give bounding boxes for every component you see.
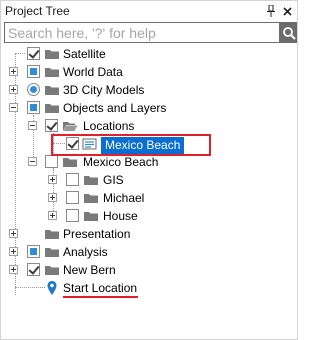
tree-item-label: Michael: [103, 191, 145, 205]
expand-toggle[interactable]: [48, 211, 57, 220]
expand-toggle[interactable]: [48, 193, 57, 202]
folder-icon: [83, 172, 99, 188]
expand-toggle[interactable]: [9, 247, 18, 256]
expand-toggle[interactable]: [9, 229, 18, 238]
folder-icon: [44, 226, 60, 242]
folder-icon: [44, 262, 60, 278]
project-tree-panel: Project Tree Search here, '?' for help S…: [0, 0, 298, 340]
tree-item-start-location[interactable]: Start Location: [1, 279, 297, 297]
layer-checkbox[interactable]: [66, 209, 79, 222]
tree-item-label: World Data: [63, 65, 123, 79]
panel-titlebar: Project Tree: [1, 1, 297, 21]
tree-item-gis[interactable]: GIS: [1, 171, 297, 189]
layer-radio[interactable]: [27, 83, 40, 96]
pin-icon[interactable]: [264, 3, 278, 19]
tree-item-label: Presentation: [63, 227, 131, 241]
folder-open-icon: [62, 118, 78, 134]
panel-title: Project Tree: [5, 4, 70, 18]
tree-item-label: Mexico Beach: [83, 155, 159, 169]
folder-icon: [44, 64, 60, 80]
tree-item-label: Satellite: [63, 47, 106, 61]
tree-item-label: New Bern: [63, 263, 116, 277]
folder-icon: [44, 244, 60, 260]
layer-checkbox[interactable]: [66, 173, 79, 186]
tree-item-new-bern[interactable]: New Bern: [1, 261, 297, 279]
tree-item-label: Start Location: [63, 281, 138, 295]
tree-item-michael[interactable]: Michael: [1, 189, 297, 207]
tree-item-label: GIS: [103, 173, 124, 187]
collapse-toggle[interactable]: [28, 121, 37, 130]
layer-checkbox[interactable]: [45, 155, 58, 168]
tree-item-analysis[interactable]: Analysis: [1, 243, 297, 261]
tree-item-label: 3D City Models: [63, 83, 145, 97]
tree-item-world-data[interactable]: World Data: [1, 63, 297, 81]
layer-checkbox[interactable]: [45, 119, 58, 132]
folder-icon: [44, 100, 60, 116]
tree-item-label: House: [103, 209, 138, 223]
layer-checkbox[interactable]: [27, 65, 40, 78]
layer-checkbox[interactable]: [66, 191, 79, 204]
folder-icon: [83, 208, 99, 224]
expand-toggle[interactable]: [48, 175, 57, 184]
collapse-toggle[interactable]: [28, 157, 37, 166]
search-icon[interactable]: [280, 22, 297, 43]
tree-item-locations[interactable]: Locations: [1, 117, 297, 135]
search-bar: [2, 22, 297, 43]
tree-item-objects-and-layers[interactable]: Objects and Layers: [1, 99, 297, 117]
folder-icon: [83, 190, 99, 206]
folder-icon: [44, 46, 60, 62]
tree-item-label: Objects and Layers: [63, 101, 167, 115]
tree-item-label: Locations: [83, 119, 135, 133]
search-input[interactable]: [4, 22, 280, 43]
tree-item-presentation[interactable]: Presentation: [1, 225, 297, 243]
expand-toggle[interactable]: [9, 67, 18, 76]
expand-toggle[interactable]: [9, 265, 18, 274]
folder-icon: [44, 82, 60, 98]
layer-checkbox[interactable]: [27, 47, 40, 60]
tree-item-house[interactable]: House: [1, 207, 297, 225]
close-icon[interactable]: [280, 3, 294, 19]
tree-item-label: Analysis: [63, 245, 108, 259]
layer-checkbox[interactable]: [27, 263, 40, 276]
folder-icon: [62, 154, 78, 170]
selected-item-label[interactable]: Mexico Beach: [101, 137, 185, 154]
layer-checkbox[interactable]: [27, 101, 40, 114]
project-tree: Satellite World Data 3D City Models Obje…: [1, 45, 297, 339]
collapse-toggle[interactable]: [9, 103, 18, 112]
annotation-underline: [63, 296, 138, 298]
tree-item-3d-city-models[interactable]: 3D City Models: [1, 81, 297, 99]
tree-item-satellite[interactable]: Satellite: [1, 45, 297, 63]
map-pin-icon: [44, 280, 60, 296]
expand-toggle[interactable]: [9, 85, 18, 94]
layer-checkbox[interactable]: [27, 245, 40, 258]
